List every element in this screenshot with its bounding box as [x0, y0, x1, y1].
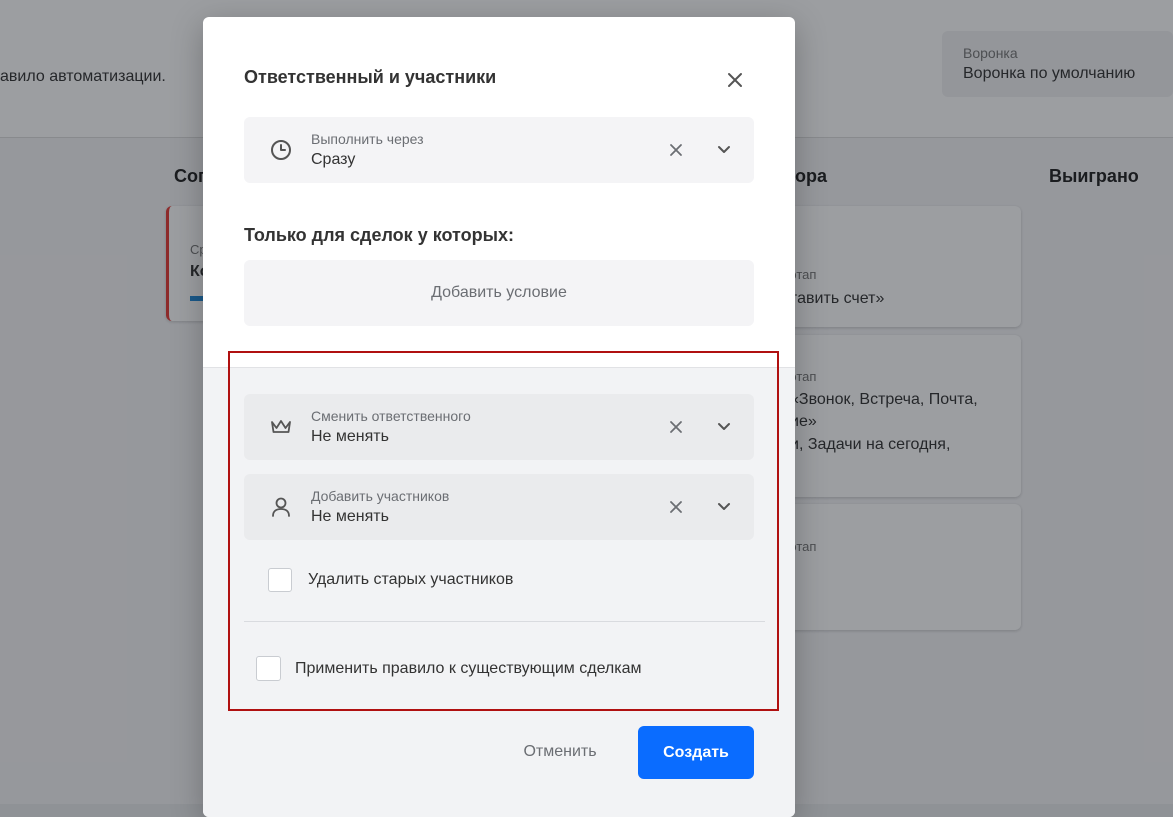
clock-icon: [268, 137, 294, 163]
add-participants-value: Не менять: [311, 508, 389, 525]
dropdown-toggle[interactable]: [712, 415, 736, 439]
chevron-down-icon: [718, 423, 730, 430]
change-owner-value: Не менять: [311, 428, 389, 445]
apply-to-existing-checkbox[interactable]: [256, 656, 281, 681]
add-participants-label: Добавить участников: [311, 488, 450, 504]
execute-delay-label: Выполнить через: [311, 131, 424, 147]
cancel-button[interactable]: Отменить: [507, 726, 613, 778]
chevron-down-icon: [718, 146, 730, 153]
close-icon: [728, 73, 742, 87]
remove-old-participants-label: Удалить старых участников: [308, 571, 514, 588]
close-icon: [670, 501, 682, 513]
chevron-down-icon: [718, 503, 730, 510]
remove-old-participants-checkbox[interactable]: [268, 568, 292, 592]
execute-delay-value: Сразу: [311, 151, 356, 168]
remove-old-participants-option[interactable]: Удалить старых участников: [268, 568, 513, 592]
modal-title: Ответственный и участники: [244, 67, 497, 87]
user-icon: [268, 494, 294, 520]
close-button[interactable]: [722, 67, 748, 93]
change-owner-select[interactable]: Сменить ответственного Не менять: [244, 394, 754, 460]
apply-to-existing-option[interactable]: Применить правило к существующим сделкам: [256, 656, 642, 681]
crown-icon: [268, 414, 294, 440]
change-owner-label: Сменить ответственного: [311, 408, 471, 424]
add-participants-select[interactable]: Добавить участников Не менять: [244, 474, 754, 540]
create-button[interactable]: Создать: [638, 726, 754, 779]
close-icon: [670, 144, 682, 156]
dropdown-toggle[interactable]: [712, 138, 736, 162]
clear-button[interactable]: [664, 138, 688, 162]
add-condition-button[interactable]: Добавить условие: [244, 260, 754, 326]
automation-modal: Ответственный и участники Выполнить чере…: [203, 17, 795, 817]
dropdown-toggle[interactable]: [712, 495, 736, 519]
apply-to-existing-label: Применить правило к существующим сделкам: [295, 659, 642, 677]
clear-button[interactable]: [664, 495, 688, 519]
execute-delay-select[interactable]: Выполнить через Сразу: [244, 117, 754, 183]
clear-button[interactable]: [664, 415, 688, 439]
close-icon: [670, 421, 682, 433]
conditions-section-title: Только для сделок у которых:: [244, 225, 514, 245]
section-divider: [244, 621, 765, 622]
